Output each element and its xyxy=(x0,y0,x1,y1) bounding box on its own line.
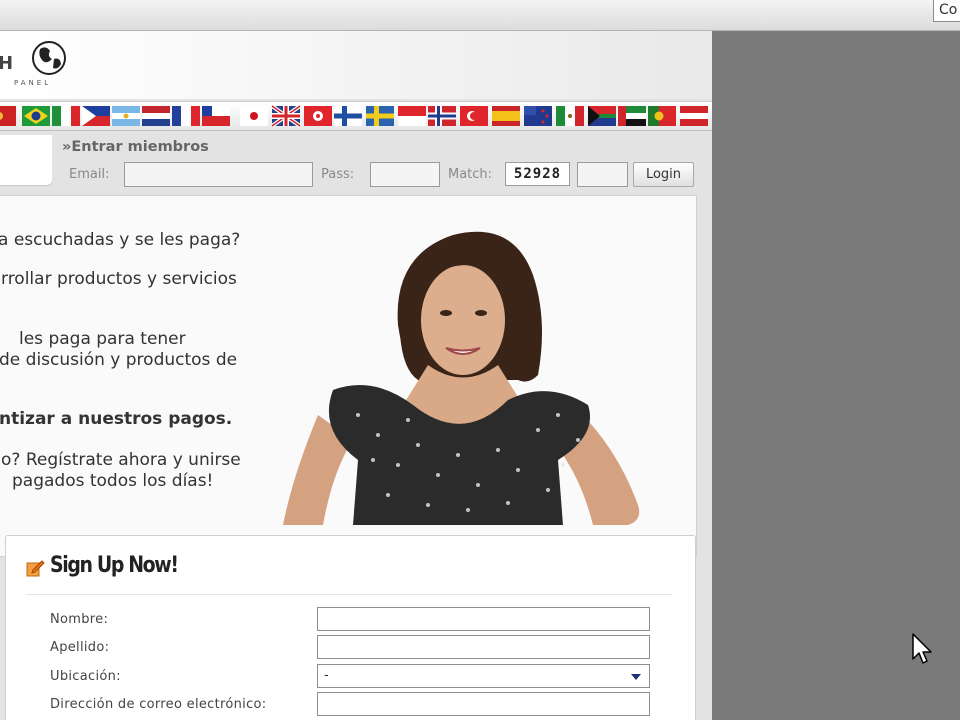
login-pass-label: Pass: xyxy=(321,167,355,182)
login-button[interactable]: Login xyxy=(633,162,694,187)
flag-united-kingdom[interactable] xyxy=(270,104,302,128)
hero-text-line: a escuchadas y se les paga? xyxy=(0,230,241,250)
hero-text-line: pagados todos los días! xyxy=(12,471,214,491)
divider xyxy=(26,594,672,595)
first-name-input[interactable] xyxy=(317,607,650,631)
flag-turkey[interactable] xyxy=(460,106,488,126)
login-pass-input[interactable] xyxy=(370,162,440,187)
email-label: Dirección de correo electrónico: xyxy=(50,697,267,712)
login-tab-edge xyxy=(0,135,53,186)
flag-norway[interactable] xyxy=(428,106,456,126)
login-email-input[interactable] xyxy=(124,162,313,187)
globe-icon xyxy=(32,41,66,75)
first-name-label: Nombre: xyxy=(50,612,109,627)
flag-spain[interactable] xyxy=(492,106,520,126)
signup-title: Sign Up Now! xyxy=(50,553,179,578)
flag-chile[interactable] xyxy=(202,106,230,126)
logo-letter: H xyxy=(0,53,14,74)
flag-finland[interactable] xyxy=(334,106,362,126)
flag-new-zealand[interactable] xyxy=(524,106,552,126)
flag-austria[interactable] xyxy=(680,106,708,126)
pencil-icon xyxy=(26,560,45,577)
location-label: Ubicación: xyxy=(50,669,121,684)
desktop-background xyxy=(712,31,960,720)
match-input[interactable] xyxy=(577,162,628,187)
flag-brazil[interactable] xyxy=(22,106,50,126)
site-header xyxy=(0,31,712,99)
flag-italy[interactable] xyxy=(52,106,80,126)
flag-argentina[interactable] xyxy=(112,106,140,126)
login-email-label: Email: xyxy=(69,167,110,182)
flag-hong-kong[interactable] xyxy=(304,106,332,126)
flag-portugal[interactable] xyxy=(648,106,676,126)
last-name-label: Apellido: xyxy=(50,640,110,655)
location-select-value: - xyxy=(324,668,329,683)
email-input[interactable] xyxy=(317,692,650,716)
last-name-input[interactable] xyxy=(317,635,650,659)
member-login-title: »Entrar miembros xyxy=(62,139,209,155)
chevron-down-icon xyxy=(631,674,641,680)
flag-portugal-partial[interactable] xyxy=(0,106,16,126)
flag-france[interactable] xyxy=(172,106,200,126)
flag-uae[interactable] xyxy=(618,106,646,126)
hero-text-line: o? Regístrate ahora y unirse xyxy=(1,450,241,470)
language-flag-bar xyxy=(0,101,712,131)
browser-address-field[interactable]: Co xyxy=(933,0,960,22)
flag-south-africa[interactable] xyxy=(588,106,616,126)
logo-subtext: PANEL xyxy=(14,79,52,87)
hero-text-line: rrollar productos y servicios xyxy=(1,269,237,289)
web-page: H PANEL »Entrar miembros Email: Pass: Ma… xyxy=(0,31,712,720)
match-code: 52928 xyxy=(505,162,570,186)
browser-toolbar: Co xyxy=(0,0,960,31)
flag-netherlands[interactable] xyxy=(142,106,170,126)
flag-sweden[interactable] xyxy=(366,106,394,126)
flag-philippines[interactable] xyxy=(82,106,110,126)
match-label: Match: xyxy=(448,167,493,182)
mouse-cursor-icon xyxy=(912,633,932,664)
hero-text-line: de discusión y productos de xyxy=(0,350,238,370)
flag-mexico[interactable] xyxy=(556,106,584,126)
flag-japan[interactable] xyxy=(240,106,268,126)
hero-text-line: les paga para tener xyxy=(19,329,186,349)
flag-indonesia[interactable] xyxy=(398,106,426,126)
hero-text-line: ntizar a nuestros pagos. xyxy=(0,409,233,429)
location-select[interactable]: - xyxy=(317,664,650,688)
woman-photo xyxy=(283,231,640,525)
